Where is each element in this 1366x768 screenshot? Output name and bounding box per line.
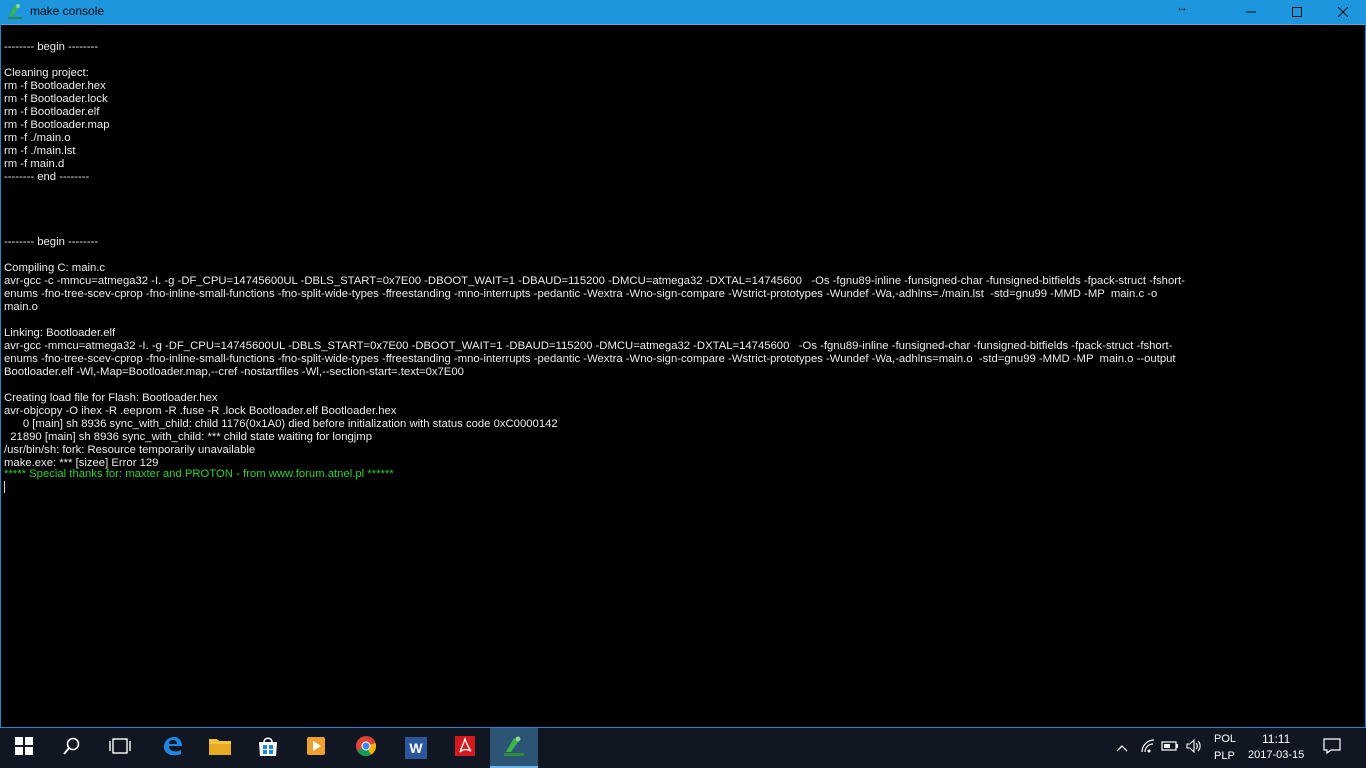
title-bar[interactable]: make console ↔ bbox=[0, 0, 1366, 24]
console-line: enums -fno-tree-scev-cprop -fno-inline-s… bbox=[4, 353, 1176, 365]
console-line: -------- begin -------- bbox=[4, 41, 99, 53]
make-console-taskbar-button[interactable] bbox=[490, 728, 538, 768]
acrobat-button[interactable] bbox=[441, 728, 489, 768]
edge-button[interactable] bbox=[148, 728, 196, 768]
chrome-icon bbox=[355, 735, 377, 762]
console-line: 0 [main] sh 8936 sync_with_child: child … bbox=[4, 418, 558, 430]
volume-button[interactable] bbox=[1184, 738, 1204, 758]
task-view-icon bbox=[109, 737, 131, 760]
console-line: -------- end -------- bbox=[4, 171, 90, 183]
notifications-icon bbox=[1323, 737, 1341, 759]
console-line: rm -f Bootloader.lock bbox=[4, 93, 108, 105]
media-player-button[interactable] bbox=[292, 728, 340, 768]
task-view-button[interactable] bbox=[96, 728, 144, 768]
edge-icon bbox=[161, 735, 183, 762]
wifi-icon bbox=[1140, 738, 1156, 758]
language-code: POL bbox=[1214, 733, 1237, 745]
text-cursor bbox=[4, 481, 5, 493]
console-line: avr-gcc -c -mmcu=atmega32 -I. -g -DF_CPU… bbox=[4, 275, 1185, 287]
keyboard-layout-code: PLP bbox=[1214, 750, 1235, 762]
windows-start-icon bbox=[15, 736, 33, 760]
make-console-app-icon bbox=[6, 2, 24, 20]
console-line: rm -f Bootloader.hex bbox=[4, 80, 106, 92]
minimize-button[interactable] bbox=[1228, 0, 1274, 24]
taskbar: W POL PLP 11:11 2017-03-15 bbox=[0, 728, 1366, 768]
console-line: Creating load file for Flash: Bootloader… bbox=[4, 392, 218, 404]
input-language-button[interactable]: POL PLP bbox=[1210, 728, 1240, 768]
console-line: Bootloader.elf -Wl,-Map=Bootloader.map,-… bbox=[4, 366, 464, 378]
word-icon: W bbox=[405, 737, 427, 759]
console-line: rm -f main.d bbox=[4, 158, 65, 170]
resize-arrows-icon: ↔ bbox=[1176, 0, 1188, 14]
word-button[interactable]: W bbox=[392, 728, 440, 768]
console-line: avr-objcopy -O ihex -R .eeprom -R .fuse … bbox=[4, 405, 397, 417]
console-line: enums -fno-tree-scev-cprop -fno-inline-s… bbox=[4, 288, 1158, 300]
console-line: Linking: Bootloader.elf bbox=[4, 327, 116, 339]
battery-icon bbox=[1161, 739, 1179, 757]
console-line: avr-gcc -mmcu=atmega32 -I. -g -DF_CPU=14… bbox=[4, 340, 1173, 352]
store-icon bbox=[257, 735, 279, 762]
speaker-icon bbox=[1186, 738, 1202, 758]
maximize-button[interactable] bbox=[1274, 0, 1320, 24]
console-lines: -------- begin -------- Cleaning project:… bbox=[4, 41, 1359, 470]
make-console-icon bbox=[502, 735, 526, 762]
console-line: 21890 [main] sh 8936 sync_with_child: **… bbox=[4, 431, 372, 443]
battery-button[interactable] bbox=[1160, 738, 1180, 758]
chrome-button[interactable] bbox=[342, 728, 390, 768]
action-center-button[interactable] bbox=[1322, 737, 1342, 759]
chevron-up-icon bbox=[1116, 739, 1128, 757]
console-line: rm -f Bootloader.map bbox=[4, 119, 110, 131]
clock-button[interactable]: 11:11 2017-03-15 bbox=[1244, 728, 1308, 768]
network-button[interactable] bbox=[1138, 738, 1158, 758]
acrobat-icon bbox=[454, 735, 476, 762]
window-title: make console bbox=[30, 4, 105, 18]
clock-date: 2017-03-15 bbox=[1248, 749, 1305, 761]
console-line: Compiling C: main.c bbox=[4, 262, 106, 274]
console-line: /usr/bin/sh: fork: Resource temporarily … bbox=[4, 444, 256, 456]
file-explorer-button[interactable] bbox=[196, 728, 244, 768]
search-button[interactable] bbox=[48, 728, 96, 768]
start-button[interactable] bbox=[0, 728, 48, 768]
search-icon bbox=[63, 737, 81, 760]
folder-icon bbox=[208, 736, 232, 761]
show-hidden-icons-button[interactable] bbox=[1112, 738, 1132, 758]
console-line: rm -f ./main.lst bbox=[4, 145, 76, 157]
console-line: -------- begin -------- bbox=[4, 236, 99, 248]
console-line: Cleaning project: bbox=[4, 67, 89, 79]
thanks-line: ***** Special thanks for: maxter and PRO… bbox=[4, 468, 394, 480]
media-player-icon bbox=[305, 735, 327, 762]
console-output[interactable]: -------- begin -------- Cleaning project:… bbox=[1, 24, 1365, 727]
close-button[interactable] bbox=[1320, 0, 1366, 24]
store-button[interactable] bbox=[244, 728, 292, 768]
console-line: main.o bbox=[4, 301, 38, 313]
clock-time: 11:11 bbox=[1262, 732, 1291, 746]
console-line: rm -f ./main.o bbox=[4, 132, 71, 144]
console-line: rm -f Bootloader.elf bbox=[4, 106, 100, 118]
